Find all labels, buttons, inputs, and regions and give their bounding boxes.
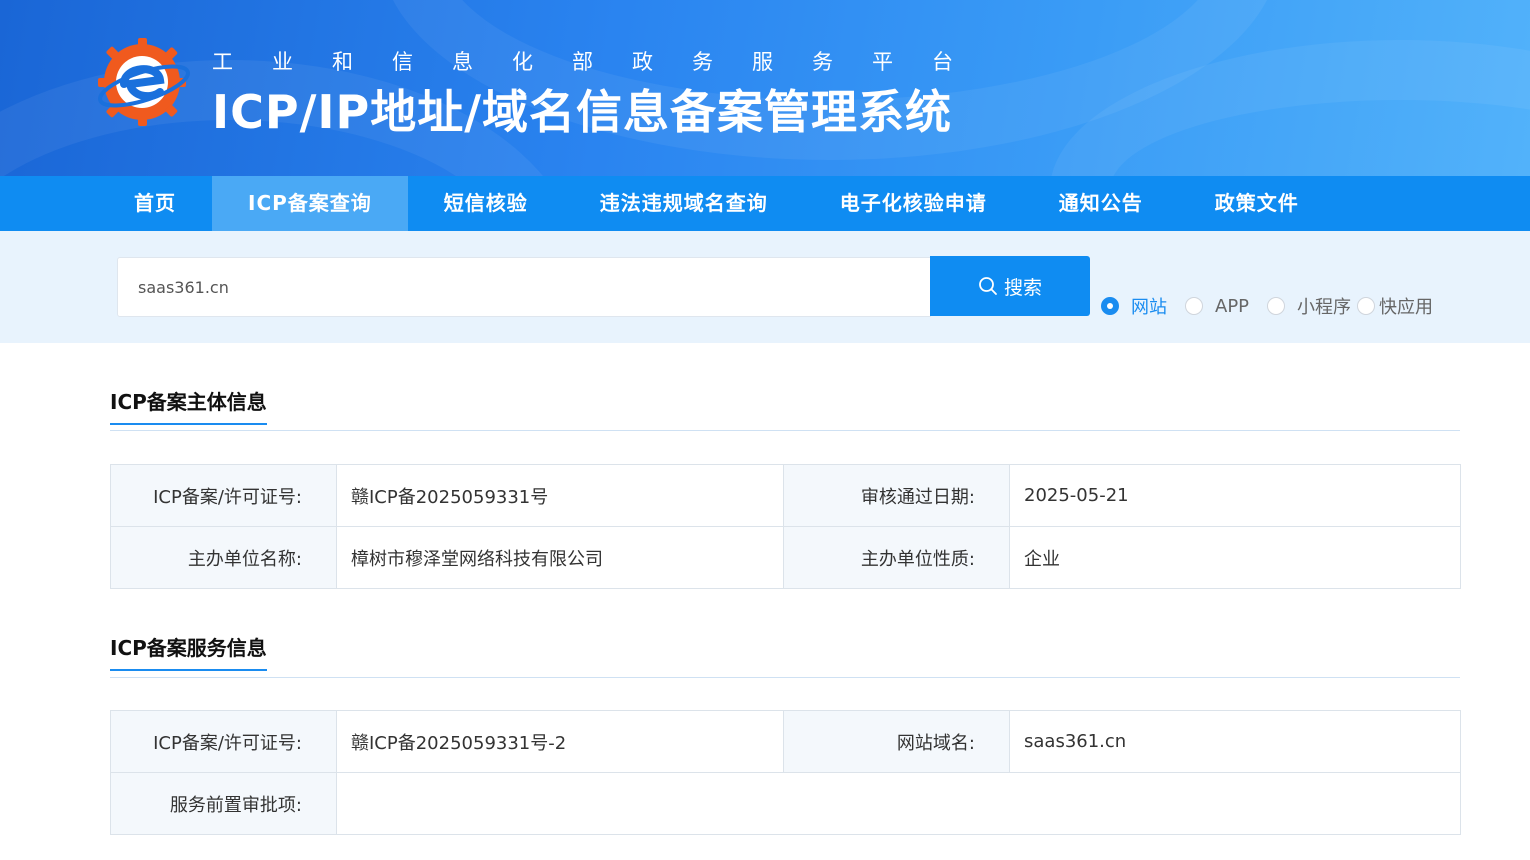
radio-app[interactable]: APP	[1185, 296, 1249, 317]
nav-item-home[interactable]: 首页	[98, 176, 212, 231]
search-input[interactable]	[117, 257, 931, 317]
service-license-value: 赣ICP备2025059331号-2	[336, 710, 784, 773]
nav-item-illegal-domain-query[interactable]: 违法违规域名查询	[564, 176, 804, 231]
radio-mini-program[interactable]: 小程序	[1267, 293, 1351, 319]
org-name-value: 樟树市穆泽堂网络科技有限公司	[336, 526, 784, 589]
search-area: 搜索 网站 APP 小程序 快应用	[0, 231, 1530, 343]
table-row: 服务前置审批项:	[110, 772, 1461, 835]
nav-item-policy-docs[interactable]: 政策文件	[1179, 176, 1335, 231]
pre-approval-label: 服务前置审批项:	[110, 772, 337, 835]
org-nature-label: 主办单位性质:	[783, 526, 1010, 589]
service-info-title: ICP备案服务信息	[110, 632, 267, 671]
service-info-table: ICP备案/许可证号: 赣ICP备2025059331号-2 网站域名: saa…	[110, 710, 1461, 835]
table-row: ICP备案/许可证号: 赣ICP备2025059331号 审核通过日期: 202…	[110, 464, 1461, 527]
header-banner: 工业和信息化部政务服务平台 ICP/IP地址/域名信息备案管理系统	[0, 0, 1530, 176]
org-nature-value: 企业	[1009, 526, 1461, 589]
pre-approval-value	[336, 772, 1461, 835]
nav-item-icp-query[interactable]: ICP备案查询	[212, 176, 408, 231]
section-divider	[110, 430, 1460, 431]
miit-logo-icon[interactable]	[96, 36, 192, 128]
nav-item-sms-verify[interactable]: 短信核验	[408, 176, 564, 231]
nav-item-electronic-verify[interactable]: 电子化核验申请	[804, 176, 1023, 231]
header-subtitle: 工业和信息化部政务服务平台	[212, 50, 992, 74]
radio-dot	[1101, 297, 1119, 315]
main-nav: 首页 ICP备案查询 短信核验 违法违规域名查询 电子化核验申请 通知公告 政策…	[0, 176, 1530, 231]
section-divider	[110, 677, 1460, 678]
domain-value: saas361.cn	[1009, 710, 1461, 773]
license-value: 赣ICP备2025059331号	[336, 464, 784, 527]
radio-dot	[1357, 297, 1376, 315]
subject-info-table: ICP备案/许可证号: 赣ICP备2025059331号 审核通过日期: 202…	[110, 464, 1461, 589]
radio-label: 小程序	[1297, 297, 1352, 318]
approval-date-value: 2025-05-21	[1009, 464, 1461, 527]
search-button[interactable]: 搜索	[930, 256, 1090, 316]
license-label: ICP备案/许可证号:	[110, 464, 337, 527]
search-icon	[979, 277, 997, 295]
table-row: 主办单位名称: 樟树市穆泽堂网络科技有限公司 主办单位性质: 企业	[110, 526, 1461, 589]
radio-dot	[1267, 297, 1286, 315]
table-row: ICP备案/许可证号: 赣ICP备2025059331号-2 网站域名: saa…	[110, 710, 1461, 773]
org-name-label: 主办单位名称:	[110, 526, 337, 589]
nav-item-notices[interactable]: 通知公告	[1023, 176, 1179, 231]
header-title: ICP/IP地址/域名信息备案管理系统	[212, 85, 953, 139]
subject-info-title: ICP备案主体信息	[110, 386, 267, 425]
search-type-radio-group: 网站 APP 小程序 快应用	[1101, 293, 1451, 319]
radio-dot	[1185, 297, 1203, 315]
radio-label: APP	[1215, 295, 1250, 317]
radio-website[interactable]: 网站	[1101, 293, 1167, 319]
search-button-label: 搜索	[1003, 276, 1042, 299]
domain-label: 网站域名:	[783, 710, 1010, 773]
radio-label: 网站	[1131, 297, 1167, 318]
service-license-label: ICP备案/许可证号:	[110, 710, 337, 773]
radio-label: 快应用	[1379, 297, 1434, 318]
radio-quick-app[interactable]: 快应用	[1357, 293, 1433, 319]
approval-date-label: 审核通过日期:	[783, 464, 1010, 527]
